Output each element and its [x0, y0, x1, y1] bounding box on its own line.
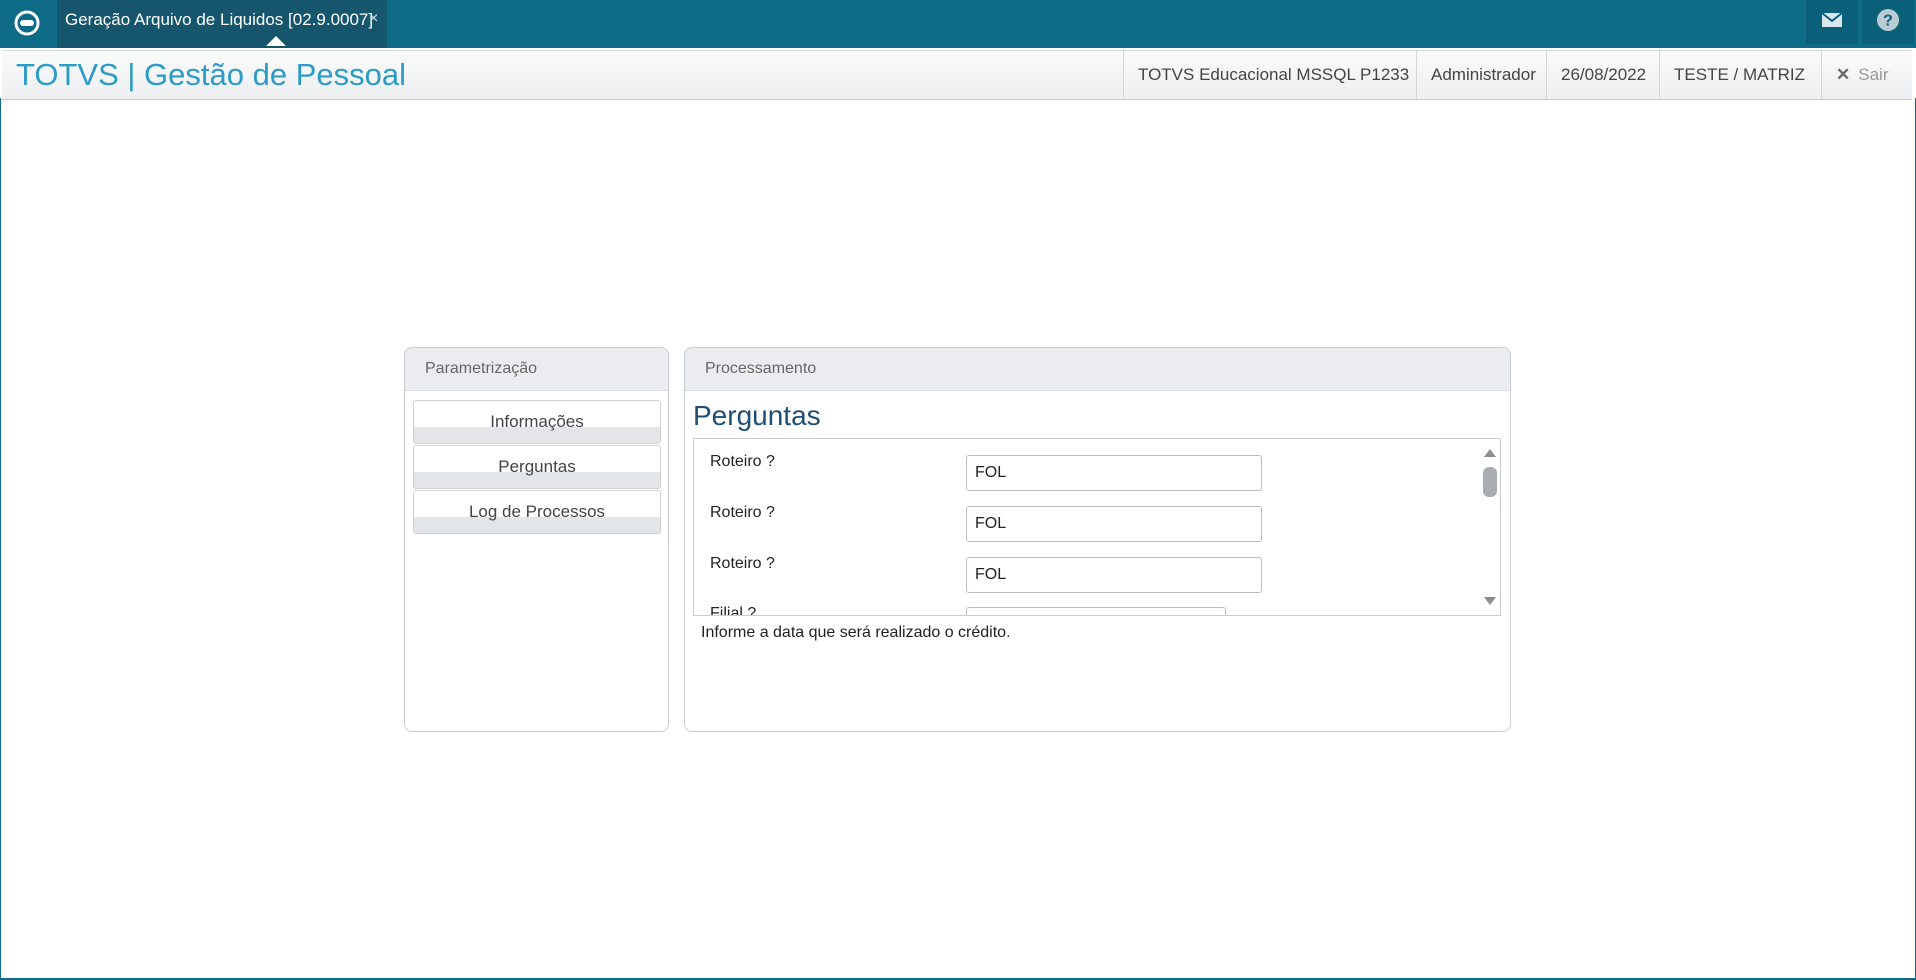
processamento-title: Processamento: [685, 348, 1510, 391]
processamento-panel: Processamento Perguntas Roteiro ? Roteir…: [684, 347, 1511, 732]
roteiro-field-1[interactable]: [966, 455, 1262, 491]
environment-label: TOTVS Educacional MSSQL P1233: [1123, 51, 1423, 99]
perguntas-button[interactable]: Perguntas: [413, 445, 661, 489]
exit-button[interactable]: ✕ Sair: [1821, 51, 1902, 99]
question-label: Roteiro ?: [710, 453, 775, 470]
close-icon: ✕: [1836, 65, 1851, 84]
tab-geracao-arquivo[interactable]: Geração Arquivo de Liquidos [02.9.0007] …: [57, 0, 387, 48]
question-label: Roteiro ?: [710, 504, 775, 521]
company-label: TESTE / MATRIZ: [1659, 51, 1819, 99]
svg-text:?: ?: [1883, 12, 1893, 29]
top-tab-bar: Geração Arquivo de Liquidos [02.9.0007] …: [0, 0, 1916, 48]
user-label: Administrador: [1416, 51, 1550, 99]
mail-icon: [1821, 11, 1843, 33]
questions-list[interactable]: Roteiro ? Roteiro ? Roteiro ? Filial ?: [693, 438, 1501, 616]
roteiro-field-2[interactable]: [966, 506, 1262, 542]
app-title: TOTVS | Gestão de Pessoal: [16, 57, 406, 92]
perguntas-heading: Perguntas: [693, 400, 821, 431]
question-help-text: Informe a data que será realizado o créd…: [701, 624, 1011, 641]
question-label: Filial ?: [710, 605, 757, 616]
mail-button[interactable]: [1806, 0, 1858, 44]
scrollbar-thumb[interactable]: [1483, 467, 1497, 497]
exit-label: Sair: [1858, 65, 1889, 84]
log-de-processos-button[interactable]: Log de Processos: [413, 490, 661, 534]
app-header: TOTVS | Gestão de Pessoal TOTVS Educacio…: [2, 50, 1912, 100]
date-label: 26/08/2022: [1546, 51, 1660, 99]
parametrizacao-panel: Parametrização Informações Perguntas Log…: [404, 347, 669, 732]
help-button[interactable]: ?: [1862, 0, 1914, 44]
tab-close-icon[interactable]: ×: [369, 10, 378, 28]
scroll-down-arrow-icon[interactable]: [1484, 597, 1496, 605]
parametrizacao-title: Parametrização: [405, 348, 668, 391]
informacoes-button[interactable]: Informações: [413, 400, 661, 444]
tab-label: Geração Arquivo de Liquidos [02.9.0007]: [65, 10, 374, 29]
help-icon: ?: [1876, 8, 1900, 37]
tab-active-indicator: [266, 36, 286, 46]
filial-field[interactable]: [966, 607, 1226, 615]
roteiro-field-3[interactable]: [966, 557, 1262, 593]
scroll-up-arrow-icon[interactable]: [1484, 449, 1496, 457]
question-label: Roteiro ?: [710, 555, 775, 572]
totvs-logo-icon[interactable]: [12, 8, 42, 38]
